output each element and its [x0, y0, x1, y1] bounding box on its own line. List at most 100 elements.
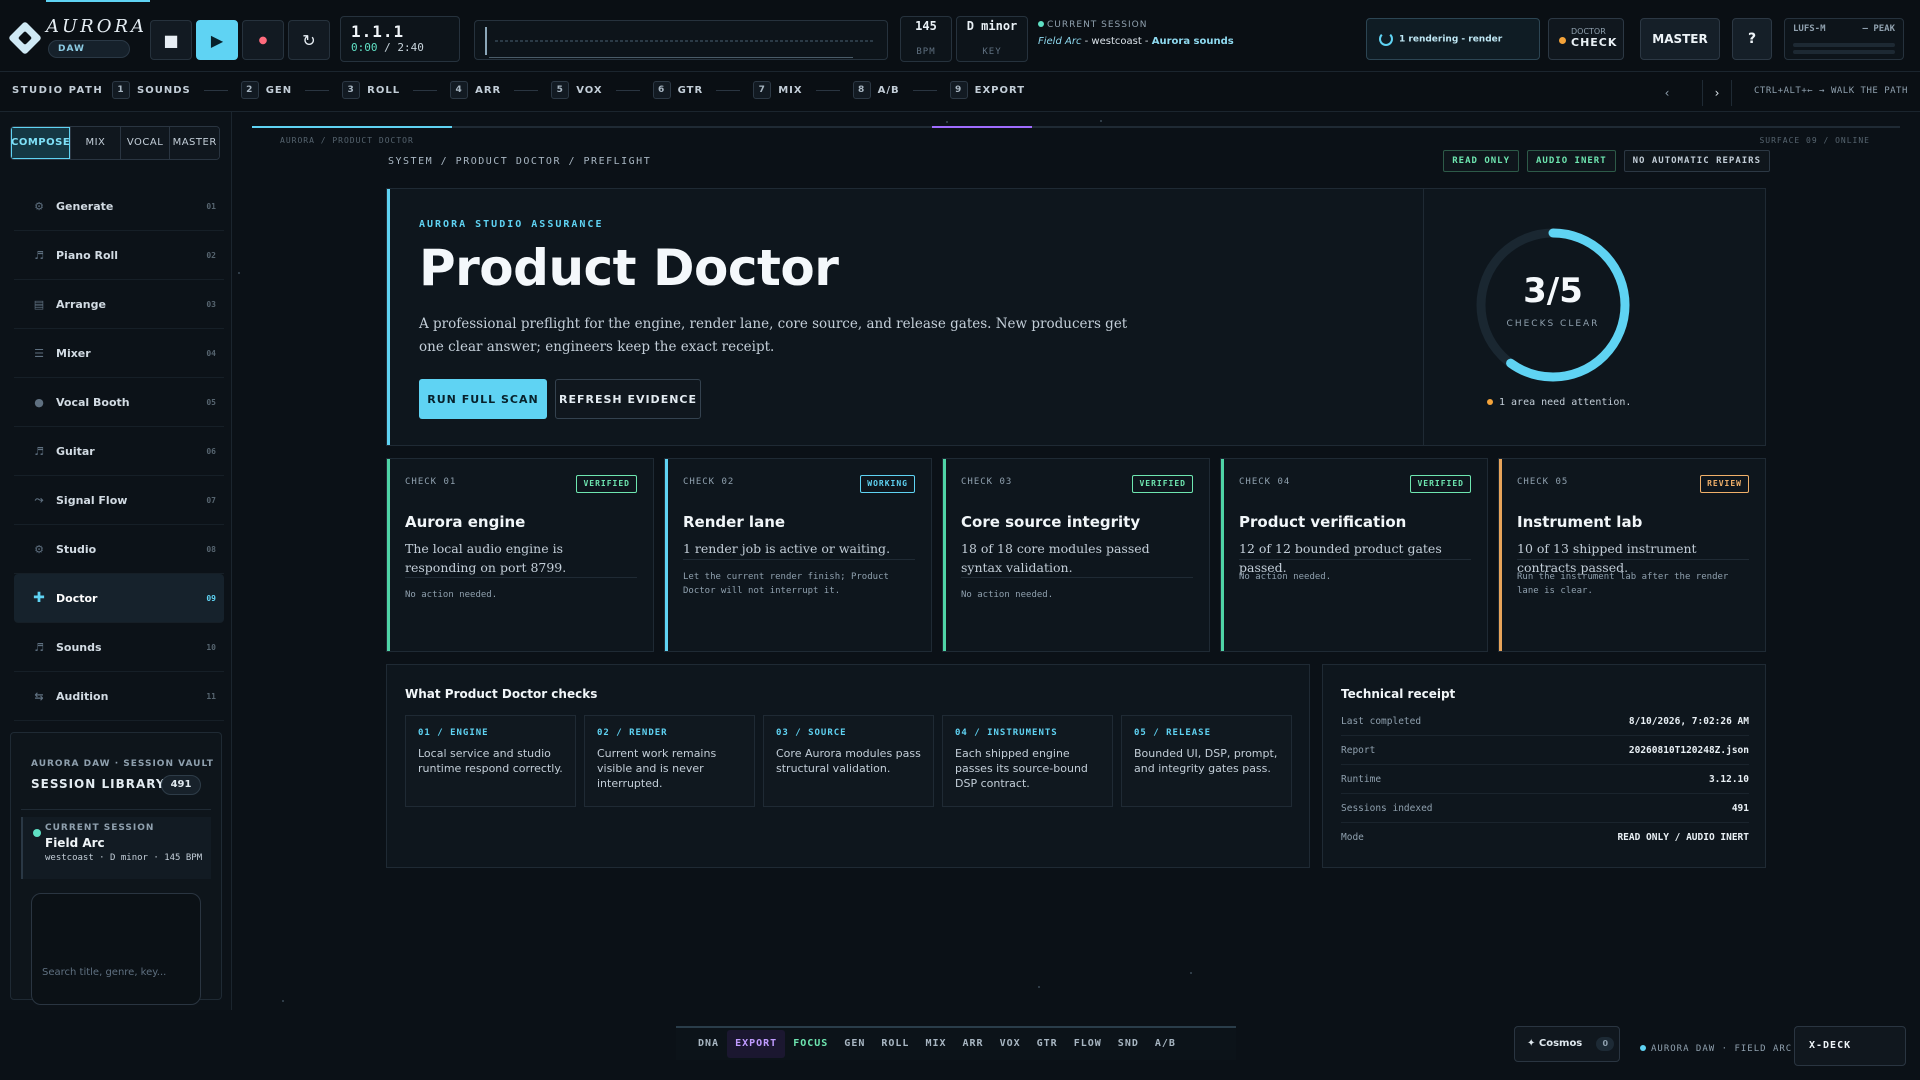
vault-current-session[interactable]: CURRENT SESSION Field Arc westcoast · D … [21, 817, 211, 879]
check-note: Let the current render finish; Product D… [683, 559, 915, 598]
check-card[interactable]: CHECK 01 VERIFIED Aurora engine The local a… [386, 458, 654, 652]
path-step-vox[interactable]: 5 VOX [551, 81, 602, 99]
path-next-button[interactable]: › [1702, 80, 1732, 106]
dock-item-vox[interactable]: VOX [992, 1030, 1029, 1058]
check-card[interactable]: CHECK 02 WORKING Render lane 1 render job i… [664, 458, 932, 652]
check-explainer-item: 03 / SOURCE Core Aurora modules pass stru… [763, 715, 934, 807]
current-session-summary[interactable]: CURRENT SESSION Field Arc - westcoast - … [1038, 20, 1234, 47]
studio-path-bar: STUDIO PATH 1 SOUNDS 2 GEN 3 ROLL 4 ARR 5 VOX 6 GTR… [0, 72, 1920, 112]
technical-receipt-panel: Technical receipt Last completed 8/10/202… [1322, 664, 1766, 868]
path-step-roll[interactable]: 3 ROLL [342, 81, 400, 99]
dock-item-roll[interactable]: ROLL [873, 1030, 917, 1058]
path-step-sounds[interactable]: 1 SOUNDS [112, 81, 191, 99]
sidebar-item-arrange[interactable]: ▤ Arrange 03 [14, 280, 224, 329]
vault-current-name: Field Arc [45, 836, 105, 850]
path-step-connector [912, 89, 937, 91]
waveform-trace [495, 40, 875, 42]
time-total: / 2:40 [384, 41, 424, 54]
play-button[interactable]: ▶ [196, 20, 238, 60]
dock-item-ab[interactable]: A/B [1147, 1030, 1184, 1058]
check-card[interactable]: CHECK 03 VERIFIED Core source integrity 18 … [942, 458, 1210, 652]
bpm-box[interactable]: 145 BPM [900, 16, 952, 62]
dock-item-dna[interactable]: DNA [690, 1030, 727, 1058]
sidebar-item-doctor[interactable]: ✚ Doctor 09 [14, 574, 224, 623]
key-box[interactable]: D minor KEY [956, 16, 1028, 62]
sidebar-item-signal-flow[interactable]: ⤳ Signal Flow 07 [14, 476, 224, 525]
path-prev-button[interactable]: ‹ [1652, 80, 1682, 106]
mode-tab-master[interactable]: MASTER [170, 127, 219, 159]
sidebar-item-studio[interactable]: ⚙ Studio 08 [14, 525, 224, 574]
dock-item-arr[interactable]: ARR [955, 1030, 992, 1058]
path-step-gen[interactable]: 2 GEN [240, 81, 292, 99]
check-explainer-desc: Core Aurora modules pass structural vali… [776, 747, 921, 775]
star-decoration [1038, 986, 1040, 988]
cosmos-button[interactable]: ✦ Cosmos 0 [1514, 1026, 1620, 1062]
badge-audio-inert: AUDIO INERT [1527, 150, 1616, 172]
sidebar-item-piano-roll[interactable]: ♬ Piano Roll 02 [14, 231, 224, 280]
sidebar-item-label: Piano Roll [56, 248, 119, 262]
path-step-arr[interactable]: 4 ARR [450, 81, 501, 99]
refresh-evidence-button[interactable]: REFRESH EVIDENCE [555, 379, 701, 419]
playhead-position[interactable]: 1.1.1 0:00 / 2:40 [340, 16, 460, 62]
stop-button[interactable]: ■ [150, 20, 192, 60]
mode-tab-compose[interactable]: COMPOSE [11, 127, 72, 159]
sidebar-item-guitar[interactable]: ♬ Guitar 06 [14, 427, 224, 476]
sidebar-item-number: 07 [206, 495, 216, 505]
sidebar-item-vocal-booth[interactable]: ● Vocal Booth 05 [14, 378, 224, 427]
receipt-row: Last completed 8/10/2026, 7:02:26 AM [1341, 707, 1749, 736]
sidebar-item-generate[interactable]: ⚙ Generate 01 [14, 182, 224, 231]
session-live-dot [1038, 21, 1044, 27]
check-card[interactable]: CHECK 04 VERIFIED Product verification 12 o… [1220, 458, 1488, 652]
check-note: No action needed. [961, 577, 1193, 602]
sidebar-item-sounds[interactable]: ♬ Sounds 10 [14, 623, 224, 672]
render-status-pill[interactable]: 1 rendering - render [1366, 18, 1540, 60]
receipt-row: Sessions indexed 491 [1341, 794, 1749, 823]
sidebar-item-mixer[interactable]: ☰ Mixer 04 [14, 329, 224, 378]
stop-icon: ■ [163, 30, 179, 50]
dock-item-gen[interactable]: GEN [836, 1030, 873, 1058]
dock-item-export[interactable]: EXPORT [727, 1030, 786, 1058]
receipt-key: Last completed [1341, 715, 1422, 727]
waveform-overview[interactable] [474, 20, 888, 60]
receipt-row: Runtime 3.12.10 [1341, 765, 1749, 794]
vault-search-input[interactable] [42, 962, 192, 982]
path-step-mix[interactable]: 7 MIX [753, 81, 802, 99]
path-step-gtr[interactable]: 6 GTR [652, 81, 704, 99]
xdeck-button[interactable]: X-DECK [1794, 1026, 1906, 1066]
what-doctor-checks-panel: What Product Doctor checks 01 / ENGINE Lo… [386, 664, 1310, 868]
check-explainer-item: 05 / RELEASE Bounded UI, DSP, prompt, and… [1121, 715, 1292, 807]
hero-description: A professional preflight for the engine,… [419, 316, 1128, 355]
sidebar-item-number: 08 [206, 544, 216, 554]
dock-item-mix[interactable]: MIX [917, 1030, 954, 1058]
path-step-connector [716, 89, 741, 91]
master-button[interactable]: MASTER [1640, 18, 1720, 60]
check-card[interactable]: CHECK 05 REVIEW Instrument lab 10 of 13 shi… [1498, 458, 1766, 652]
dock-item-gtr[interactable]: GTR [1029, 1030, 1066, 1058]
receipt-value: 491 [1731, 802, 1749, 814]
what-checks-title: What Product Doctor checks [405, 687, 598, 701]
render-status-text: 1 rendering - render [1399, 34, 1503, 45]
dock-item-focus[interactable]: FOCUS [785, 1030, 836, 1058]
record-button[interactable]: ● [242, 20, 284, 60]
path-step-export[interactable]: 9 EXPORT [949, 81, 1025, 99]
sidebar-item-number: 01 [206, 201, 216, 211]
help-button[interactable]: ? [1732, 18, 1772, 60]
star-decoration [282, 1000, 284, 1002]
mixer-icon: ☰ [34, 346, 44, 360]
mode-tab-vocal[interactable]: VOCAL [120, 127, 171, 159]
sidebar-item-audition[interactable]: ⇆ Audition 11 [14, 672, 224, 721]
run-full-scan-button[interactable]: RUN FULL SCAN [419, 379, 547, 419]
sidebar-item-label: Audition [56, 689, 109, 703]
doctor-check-button[interactable]: DOCTOR CHECK [1548, 18, 1624, 60]
loop-button[interactable]: ↻ [288, 20, 330, 60]
dock-item-snd[interactable]: SND [1110, 1030, 1147, 1058]
mode-tab-mix[interactable]: MIX [71, 127, 121, 159]
piano-roll-icon: ♬ [34, 248, 44, 262]
progress-fill-secondary [932, 126, 1032, 128]
waveform-cursor[interactable] [485, 27, 487, 55]
path-step-ab[interactable]: 8 A/B [852, 81, 900, 99]
path-step-number: 8 [852, 81, 871, 99]
dock-item-flow[interactable]: FLOW [1066, 1030, 1110, 1058]
session-style: - westcoast - [1084, 36, 1149, 47]
record-icon: ● [258, 34, 268, 46]
